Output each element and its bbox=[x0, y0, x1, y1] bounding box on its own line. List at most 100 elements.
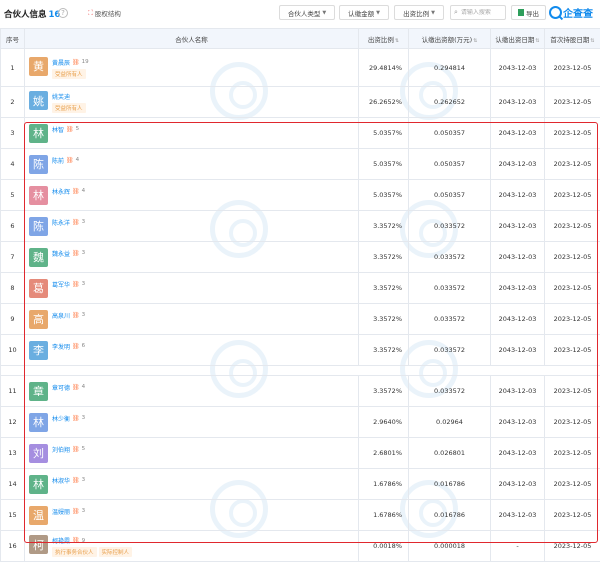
partner-name-link[interactable]: 林淑华 bbox=[52, 476, 70, 485]
first-hold-date-cell: 2023-12-05 bbox=[544, 241, 600, 273]
partner-name-line: 林少衡 ⛓ 3 bbox=[52, 414, 85, 423]
row-index: 2 bbox=[0, 86, 25, 118]
avatar[interactable]: 姚 bbox=[29, 91, 48, 110]
amount-cell: 0.033572 bbox=[408, 210, 491, 242]
equity-structure-label: 股权结构 bbox=[94, 10, 121, 18]
avatar[interactable]: 柯 bbox=[29, 535, 48, 554]
avatar[interactable]: 章 bbox=[29, 381, 48, 401]
partner-name-link[interactable]: 魏永益 bbox=[52, 249, 70, 258]
partner-name-link[interactable]: 葛军华 bbox=[52, 280, 70, 289]
avatar[interactable]: 高 bbox=[29, 309, 48, 329]
subscribed-amount-filter[interactable]: 认缴金额 ▼ bbox=[339, 5, 389, 20]
subscribe-date-cell: 2043-12-03 bbox=[490, 179, 545, 211]
brand-name: 企查查 bbox=[563, 9, 593, 20]
search-input[interactable] bbox=[460, 9, 505, 16]
column-header-amount[interactable]: 认缴出资额(万元)⇅ bbox=[408, 28, 491, 49]
partner-cell: 姚姚芙迪 受益所有人 bbox=[24, 86, 359, 118]
partner-info: 章章可德 ⛓ 4 bbox=[25, 381, 358, 401]
partner-name-link[interactable]: 高泉川 bbox=[52, 311, 70, 320]
relation-icon[interactable]: ⛓ bbox=[66, 126, 74, 133]
ratio-cell: 1.6786% bbox=[358, 468, 409, 500]
column-header-first-date[interactable]: 首次持股日期⇅ bbox=[544, 28, 600, 49]
avatar[interactable]: 温 bbox=[29, 505, 48, 525]
partner-info: 刘刘伯翔 ⛓ 5 bbox=[25, 443, 358, 463]
table-row: 14 林林淑华 ⛓ 3 1.6786% 0.016786 2043-12-03 2023-12… bbox=[0, 468, 600, 500]
subscribe-date-cell: 2043-12-03 bbox=[490, 334, 545, 366]
relation-count: 3 bbox=[81, 281, 86, 287]
avatar[interactable]: 黄 bbox=[29, 56, 48, 76]
partner-details: 林永辉 ⛓ 4 bbox=[52, 186, 85, 196]
table-row: 12 林林少衡 ⛓ 3 2.9640% 0.02964 2043-12-03 2023-12-… bbox=[0, 406, 600, 438]
sort-icon[interactable]: ⇅ bbox=[535, 38, 539, 44]
relation-icon[interactable]: ⛓ bbox=[72, 281, 80, 288]
relation-count: 3 bbox=[81, 508, 86, 514]
brand-logo: 企查查 bbox=[549, 4, 593, 21]
partner-details: 黄晨辰 ⛓ 19 受益所有人 bbox=[52, 57, 89, 79]
relation-icon[interactable]: ⛓ bbox=[72, 384, 80, 391]
relation-icon[interactable]: ⛓ bbox=[72, 446, 80, 453]
partner-name-link[interactable]: 章可德 bbox=[52, 383, 70, 392]
partner-info: 柯柯艳霞 ⛓ 9 执行事务合伙人 实际控制人 bbox=[25, 535, 358, 557]
avatar[interactable]: 林 bbox=[29, 474, 48, 494]
partner-name-link[interactable]: 李发明 bbox=[52, 342, 70, 351]
sort-icon[interactable]: ⇅ bbox=[473, 38, 477, 44]
relation-icon[interactable]: ⛓ bbox=[72, 219, 80, 226]
partner-cell: 高高泉川 ⛓ 3 bbox=[24, 303, 359, 335]
ratio-cell: 5.0357% bbox=[358, 148, 409, 180]
equity-structure-icon: ⛶ bbox=[88, 8, 93, 17]
relation-icon[interactable]: ⛓ bbox=[72, 250, 80, 257]
amount-cell: 0.294814 bbox=[408, 48, 491, 87]
relation-icon[interactable]: ⛓ bbox=[72, 188, 80, 195]
partner-name-link[interactable]: 温嫚丽 bbox=[52, 507, 70, 516]
search-box[interactable]: ⌕ bbox=[450, 5, 506, 20]
amount-cell: 0.026801 bbox=[408, 437, 491, 469]
avatar[interactable]: 葛 bbox=[29, 278, 48, 298]
avatar[interactable]: 魏 bbox=[29, 247, 48, 267]
subscribe-date-cell: 2043-12-03 bbox=[490, 117, 545, 149]
avatar[interactable]: 林 bbox=[29, 412, 48, 432]
partner-name-link[interactable]: 陈永洋 bbox=[52, 218, 70, 227]
partner-name-link[interactable]: 刘伯翔 bbox=[52, 445, 70, 454]
column-header-sub-date[interactable]: 认缴出资日期⇅ bbox=[490, 28, 545, 49]
ratio-filter[interactable]: 出资比例 ▼ bbox=[394, 5, 444, 20]
avatar[interactable]: 林 bbox=[29, 185, 48, 205]
equity-structure-link[interactable]: ⛶ 股权结构 bbox=[88, 8, 121, 19]
chevron-down-icon: ▼ bbox=[322, 9, 327, 16]
partner-type-filter-label: 合伙人类型 bbox=[287, 9, 321, 18]
relation-icon[interactable]: ⛓ bbox=[72, 508, 80, 515]
sort-icon[interactable]: ⇅ bbox=[590, 38, 594, 44]
avatar[interactable]: 陈 bbox=[29, 216, 48, 236]
partner-type-filter[interactable]: 合伙人类型 ▼ bbox=[279, 5, 335, 20]
info-icon[interactable]: ? bbox=[58, 8, 68, 18]
excel-icon bbox=[518, 9, 524, 16]
relation-icon[interactable]: ⛓ bbox=[72, 312, 80, 319]
ratio-cell: 5.0357% bbox=[358, 117, 409, 149]
partner-name-link[interactable]: 林少衡 bbox=[52, 414, 70, 423]
partner-name-link[interactable]: 姚芙迪 bbox=[52, 92, 70, 101]
relation-icon[interactable]: ⛓ bbox=[72, 343, 80, 350]
relation-count: 5 bbox=[81, 446, 86, 452]
partner-name-link[interactable]: 黄晨辰 bbox=[52, 58, 70, 67]
relation-icon[interactable]: ⛓ bbox=[72, 477, 80, 484]
subscribe-date-cell: 2043-12-03 bbox=[490, 241, 545, 273]
partner-name-line: 陈前 ⛓ 4 bbox=[52, 156, 79, 165]
avatar[interactable]: 刘 bbox=[29, 443, 48, 463]
partner-info: 高高泉川 ⛓ 3 bbox=[25, 309, 358, 329]
row-spacer bbox=[0, 365, 600, 376]
sort-icon[interactable]: ⇅ bbox=[395, 38, 399, 44]
relation-icon[interactable]: ⛓ bbox=[72, 415, 80, 422]
relation-icon[interactable]: ⛓ bbox=[66, 157, 74, 164]
avatar[interactable]: 陈 bbox=[29, 154, 48, 174]
relation-icon[interactable]: ⛓ bbox=[72, 59, 80, 66]
partner-name-link[interactable]: 林智 bbox=[52, 125, 64, 134]
partner-name-link[interactable]: 林永辉 bbox=[52, 187, 70, 196]
avatar[interactable]: 林 bbox=[29, 123, 48, 143]
partner-cell: 柯柯艳霞 ⛓ 9 执行事务合伙人 实际控制人 bbox=[24, 530, 359, 562]
table-row: 2 姚姚芙迪 受益所有人 26.2652% 0.262652 2043-12-03 2023… bbox=[0, 86, 600, 118]
export-button[interactable]: 导出 bbox=[511, 5, 546, 20]
column-header-ratio[interactable]: 出资比例⇅ bbox=[358, 28, 409, 49]
avatar[interactable]: 李 bbox=[29, 340, 48, 360]
partner-name-link[interactable]: 柯艳霞 bbox=[52, 536, 70, 545]
partner-name-link[interactable]: 陈前 bbox=[52, 156, 64, 165]
relation-icon[interactable]: ⛓ bbox=[72, 537, 80, 544]
